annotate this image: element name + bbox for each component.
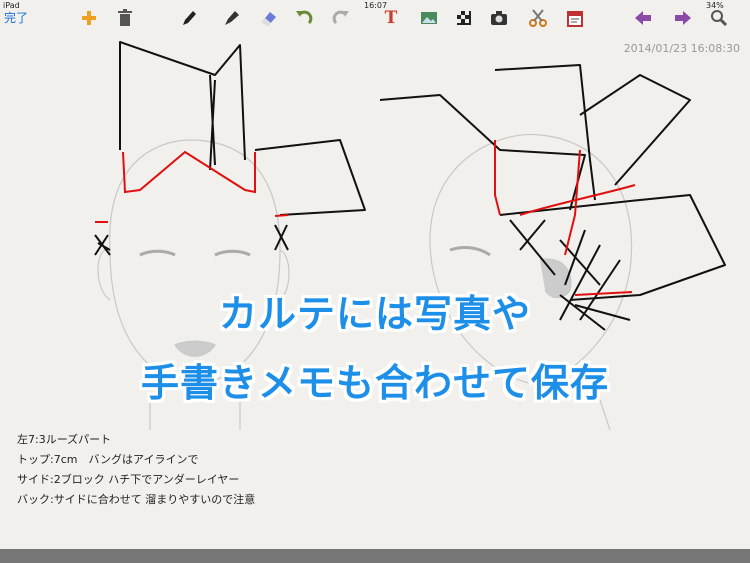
note-line: トップ:7cm バングはアイラインで <box>17 453 199 466</box>
bottom-bar <box>0 549 750 563</box>
camera-icon[interactable] <box>488 7 510 29</box>
undo-icon[interactable] <box>293 7 315 29</box>
text-icon[interactable]: T <box>380 7 402 29</box>
trash-icon[interactable] <box>114 7 136 29</box>
note-line: 左7:3ルーズパート <box>17 433 112 446</box>
pencil-icon[interactable] <box>178 7 200 29</box>
eraser-icon[interactable] <box>258 7 280 29</box>
note-line: サイド:2ブロック ハチ下でアンダーレイヤー <box>17 473 240 486</box>
magnifier-icon[interactable] <box>708 7 730 29</box>
image-icon[interactable] <box>418 7 440 29</box>
toolbar: 完了 T <box>0 0 750 32</box>
pattern-icon[interactable] <box>453 7 475 29</box>
calendar-icon[interactable] <box>564 7 586 29</box>
arrow-right-icon[interactable] <box>672 7 694 29</box>
done-button[interactable]: 完了 <box>4 9 28 26</box>
redo-icon[interactable] <box>330 7 352 29</box>
scissors-icon[interactable] <box>527 7 549 29</box>
text-icon-glyph: T <box>384 8 398 28</box>
marker-icon[interactable] <box>220 7 242 29</box>
arrow-left-icon[interactable] <box>632 7 654 29</box>
overlay-line-1: カルテには写真や <box>218 292 531 336</box>
add-icon[interactable] <box>78 7 100 29</box>
notes[interactable]: 左7:3ルーズパート トップ:7cm バングはアイラインで サイド:2ブロック … <box>17 430 255 510</box>
note-line: バック:サイドに合わせて 溜まりやすいので注意 <box>17 493 256 506</box>
overlay-line-2: 手書きメモも合わせて保存 <box>140 361 609 405</box>
